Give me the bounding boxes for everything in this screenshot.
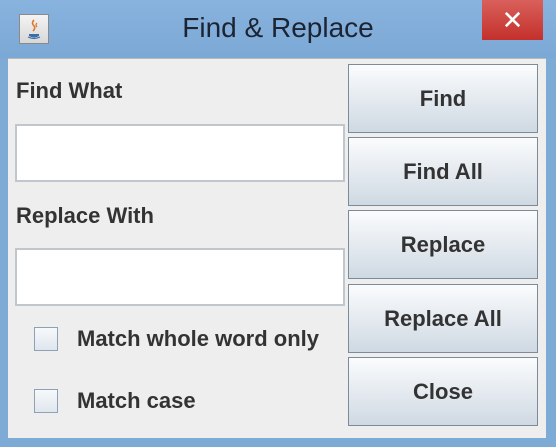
match-case-checkbox[interactable]: [34, 389, 58, 413]
find-all-button[interactable]: Find All: [348, 137, 538, 206]
window-title: Find & Replace: [182, 12, 374, 43]
find-what-input[interactable]: [15, 124, 345, 182]
replace-button[interactable]: Replace: [348, 210, 538, 279]
title-bar[interactable]: Find & Replace ✕: [0, 0, 556, 58]
dialog-content: Find What Replace With Match whole word …: [8, 58, 546, 438]
match-whole-word-label[interactable]: Match whole word only: [77, 326, 319, 352]
match-case-label[interactable]: Match case: [77, 388, 196, 414]
replace-with-input[interactable]: [15, 248, 345, 306]
close-button[interactable]: Close: [348, 357, 538, 426]
find-what-label: Find What: [16, 78, 123, 103]
match-whole-word-checkbox[interactable]: [34, 327, 58, 351]
find-button[interactable]: Find: [348, 64, 538, 133]
replace-all-button[interactable]: Replace All: [348, 284, 538, 353]
find-replace-window: Find & Replace ✕ Find What Replace With …: [0, 0, 556, 447]
close-window-button[interactable]: ✕: [482, 0, 543, 40]
replace-with-label: Replace With: [16, 203, 154, 228]
